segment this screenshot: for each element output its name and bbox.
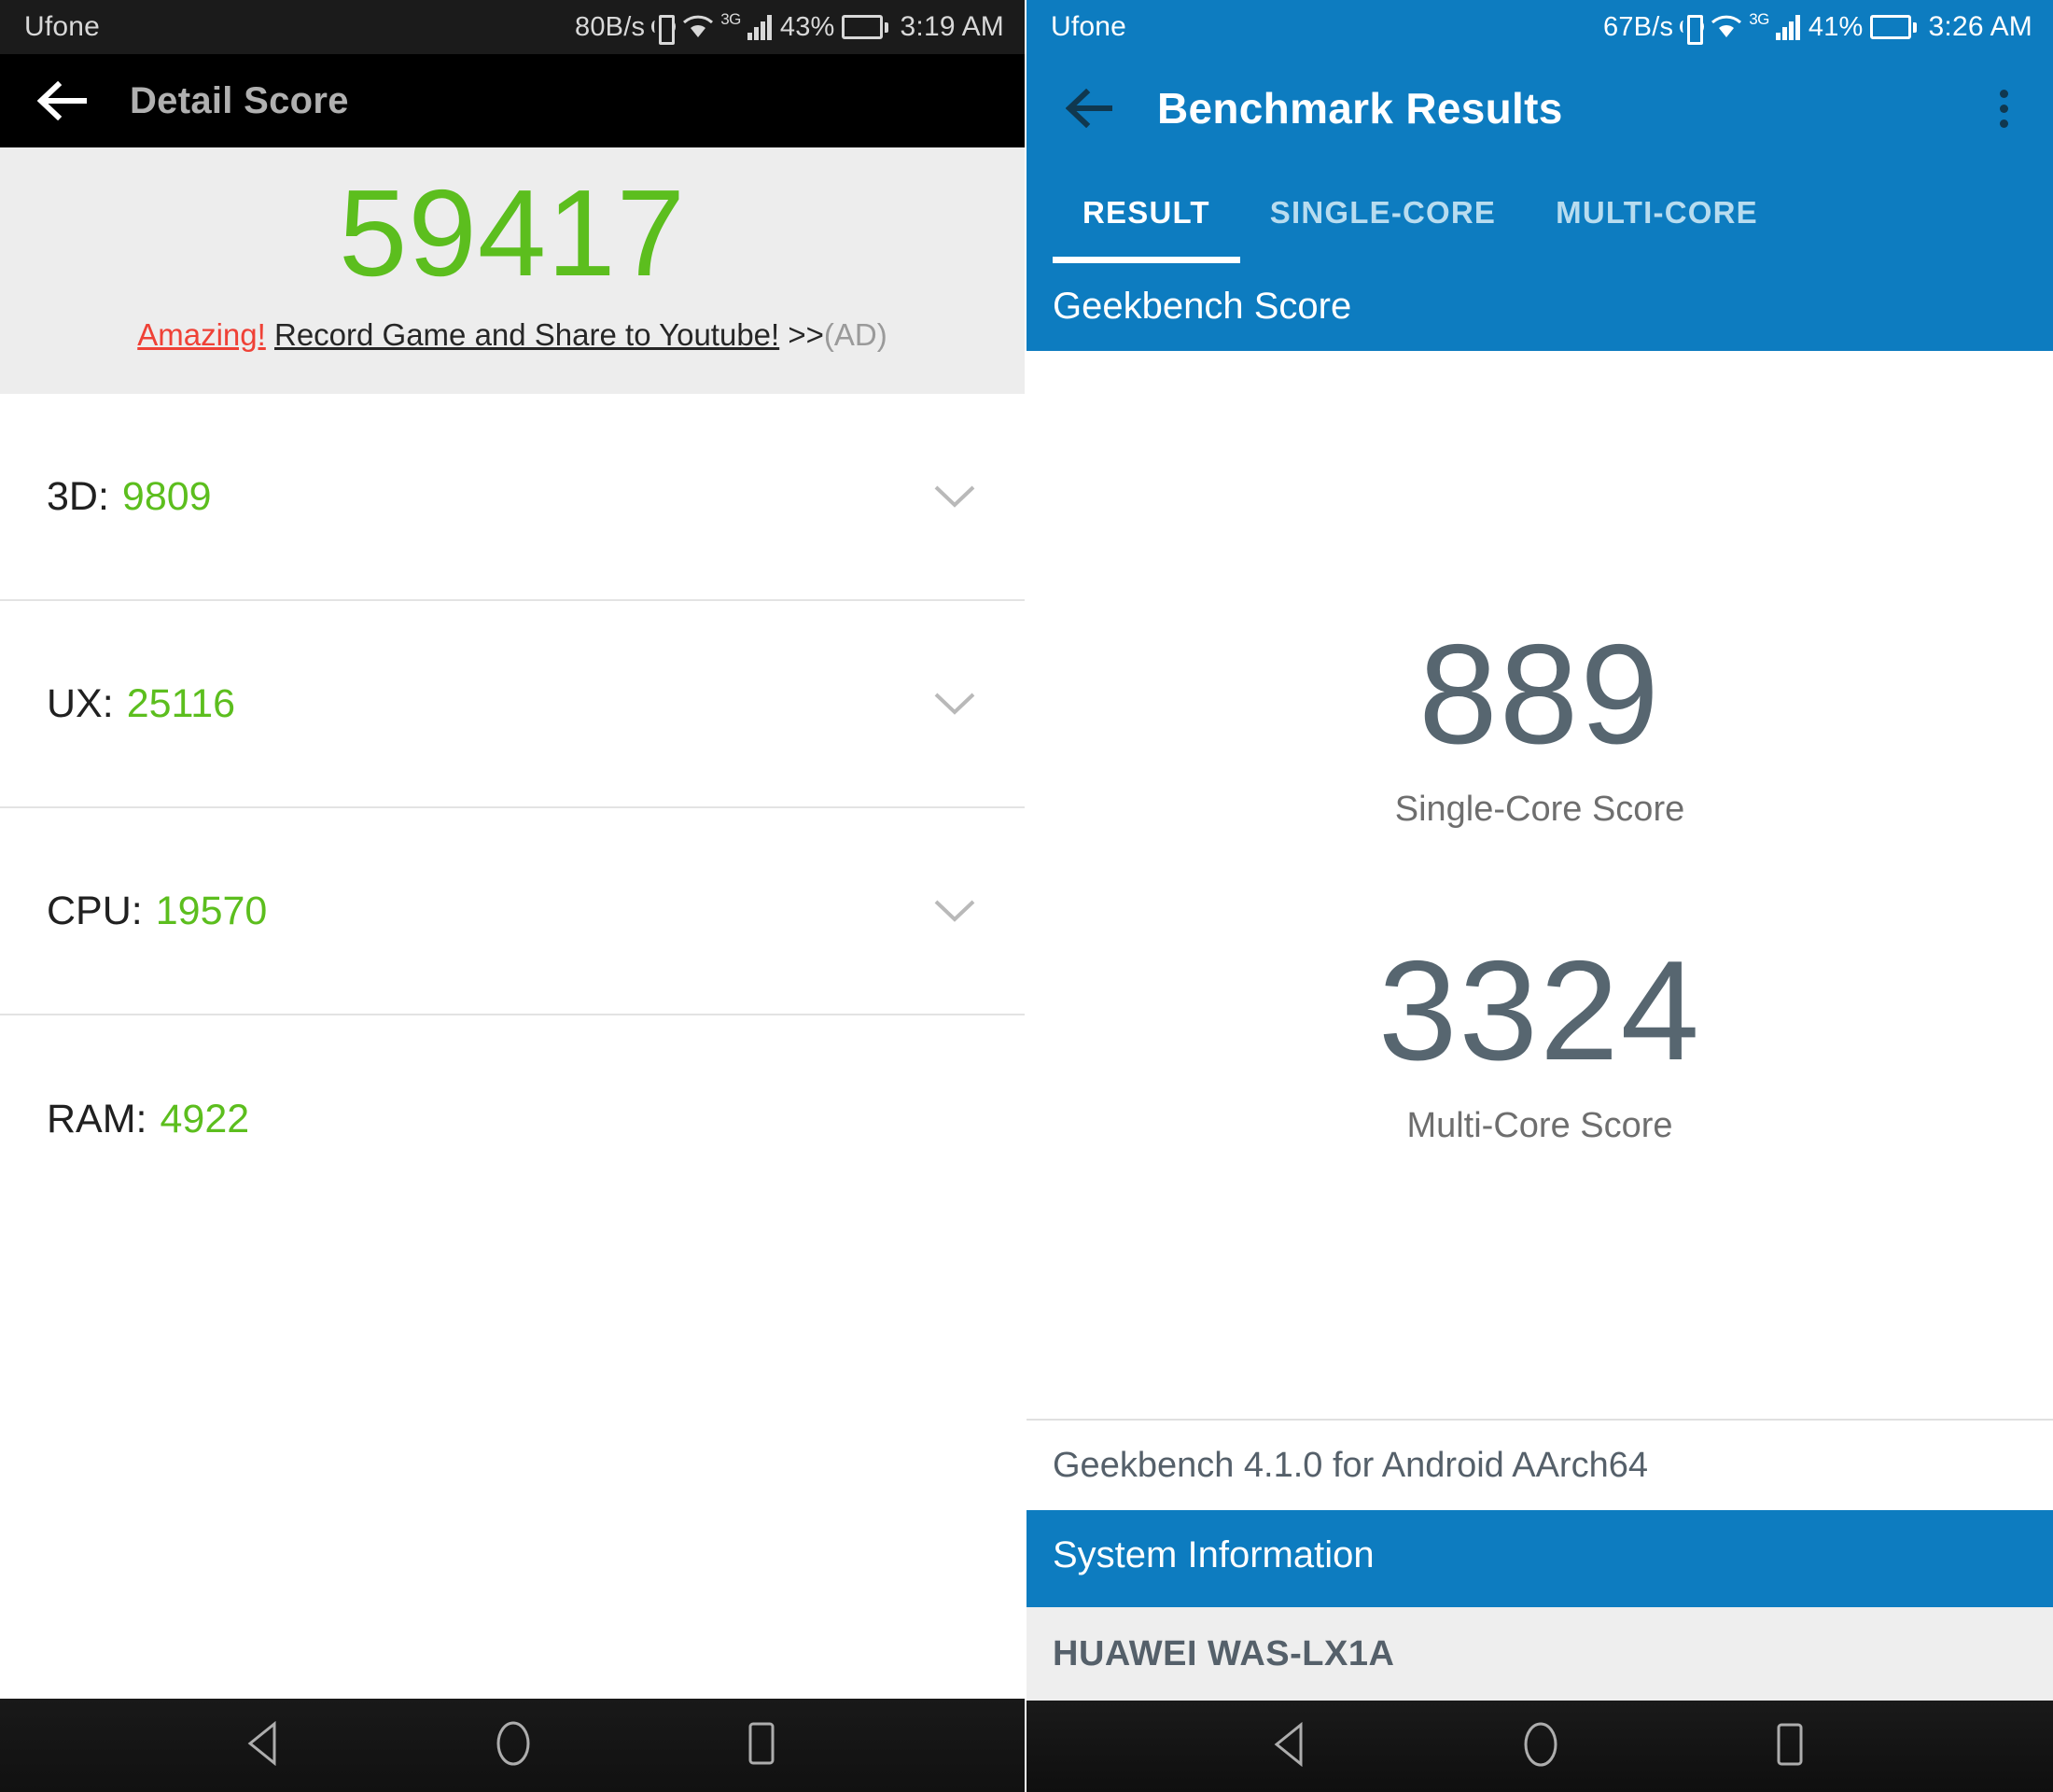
battery-percent-label: 41% [1808,11,1864,42]
section-title: System Information [1053,1534,1375,1575]
detail-row-cpu[interactable]: CPU: 19570 [0,808,1025,1015]
overflow-menu-icon[interactable] [2000,89,2019,128]
status-bar-left: Ufone 80B/s 3G 43% 3:19 AM [0,0,1025,54]
carrier-label: Ufone [1051,11,1127,42]
ad-banner-link[interactable]: Amazing! Record Game and Share to Youtub… [137,317,887,353]
back-arrow-icon[interactable] [36,80,90,121]
detail-value: 19570 [155,888,268,933]
network-speed-label: 80B/s [575,11,646,42]
device-name-row[interactable]: HUAWEI WAS-LX1A [1026,1607,2053,1701]
home-circle-icon[interactable] [1520,1720,1561,1773]
tab-single-core[interactable]: SINGLE-CORE [1240,162,1526,263]
dual-screenshot-container: Ufone 80B/s 3G 43% 3:19 AM Detail Score … [0,0,2053,1792]
chevron-down-icon[interactable] [933,484,976,509]
battery-percent-label: 43% [779,11,835,42]
antutu-detail-score-screen: Ufone 80B/s 3G 43% 3:19 AM Detail Score … [0,0,1026,1792]
multi-core-score-label: Multi-Core Score [1406,1106,1673,1145]
battery-icon [841,15,888,39]
section-header-geekbench-score: Geekbench Score [1026,263,2053,351]
back-arrow-icon[interactable] [1065,88,1116,129]
total-score-panel: 59417 Amazing! Record Game and Share to … [0,147,1025,394]
tab-label: RESULT [1082,195,1210,230]
network-type-label: 3G [1749,10,1769,28]
back-triangle-icon[interactable] [1271,1721,1310,1771]
system-nav-bar-right [1026,1701,2053,1792]
battery-icon [1869,15,1917,39]
app-bar-right: Benchmark Results [1026,54,2053,162]
tab-bar: RESULT SINGLE-CORE MULTI-CORE [1026,162,2053,263]
status-bar-right-cluster: 80B/s 3G 43% 3:19 AM [575,10,1004,45]
single-core-score-value: 889 [1418,615,1661,774]
ad-arrows: >> [779,316,824,352]
detail-score-list: 3D: 9809 UX: 25116 CPU: 19570 RAM: 4922 [0,394,1025,1699]
network-speed-label: 67B/s [1603,11,1674,42]
clock-label: 3:19 AM [900,11,1004,42]
tab-label: MULTI-CORE [1556,195,1758,230]
ad-label-tag: (AD) [823,316,887,352]
vibrate-icon [1680,13,1705,45]
tab-label: SINGLE-CORE [1269,195,1497,230]
network-type-label: 3G [720,10,741,28]
detail-row-ram[interactable]: RAM: 4922 [0,1015,1025,1223]
chevron-down-icon[interactable] [933,692,976,716]
vibrate-icon [651,13,677,45]
multi-core-score-value: 3324 [1377,931,1702,1090]
geekbench-version-label: Geekbench 4.1.0 for Android AArch64 [1053,1445,1648,1485]
detail-label: RAM: [47,1096,147,1141]
ad-highlight-text: Amazing! [137,316,266,352]
chevron-down-icon[interactable] [933,899,976,923]
detail-row-ux[interactable]: UX: 25116 [0,601,1025,808]
page-title: Benchmark Results [1157,84,1563,133]
ad-body-text: Record Game and Share to Youtube! [273,316,780,352]
app-bar-left: Detail Score [0,54,1025,147]
multi-core-score-block: 3324 Multi-Core Score [1378,940,1701,1146]
single-core-score-label: Single-Core Score [1394,790,1685,829]
recents-square-icon[interactable] [1771,1721,1809,1772]
section-header-system-information: System Information [1026,1510,2053,1607]
detail-row-3d[interactable]: 3D: 9809 [0,394,1025,601]
status-bar-right: Ufone 67B/s 3G 41% 3:26 AM [1026,0,2053,54]
system-nav-bar-left [0,1699,1025,1792]
page-title: Detail Score [130,79,349,121]
detail-label: CPU: [47,888,143,933]
back-triangle-icon[interactable] [244,1720,284,1771]
detail-value: 25116 [126,680,236,726]
tab-multi-core[interactable]: MULTI-CORE [1526,162,1788,263]
section-title: Geekbench Score [1053,286,1352,327]
geekbench-version-row: Geekbench 4.1.0 for Android AArch64 [1026,1419,2053,1510]
wifi-icon [682,14,714,40]
geekbench-score-panel: 889 Single-Core Score 3324 Multi-Core Sc… [1026,351,2053,1419]
signal-bars-icon [747,14,772,40]
recents-square-icon[interactable] [743,1720,780,1771]
geekbench-benchmark-results-screen: Ufone 67B/s 3G 41% 3:26 AM Benchmark Res… [1026,0,2053,1792]
detail-value: 4922 [160,1096,250,1141]
carrier-label: Ufone [24,11,101,42]
detail-value: 9809 [121,473,212,519]
home-circle-icon[interactable] [493,1719,534,1772]
device-name-label: HUAWEI WAS-LX1A [1053,1633,1395,1673]
clock-label: 3:26 AM [1928,11,2032,42]
signal-bars-icon [1775,14,1800,40]
wifi-icon [1711,14,1742,40]
single-core-score-block: 889 Single-Core Score [1395,623,1684,830]
total-score-value: 59417 [338,164,687,301]
status-bar-right-cluster: 67B/s 3G 41% 3:26 AM [1603,10,2032,45]
tab-result[interactable]: RESULT [1053,162,1240,263]
detail-label: 3D: [47,473,109,519]
detail-label: UX: [47,680,114,726]
